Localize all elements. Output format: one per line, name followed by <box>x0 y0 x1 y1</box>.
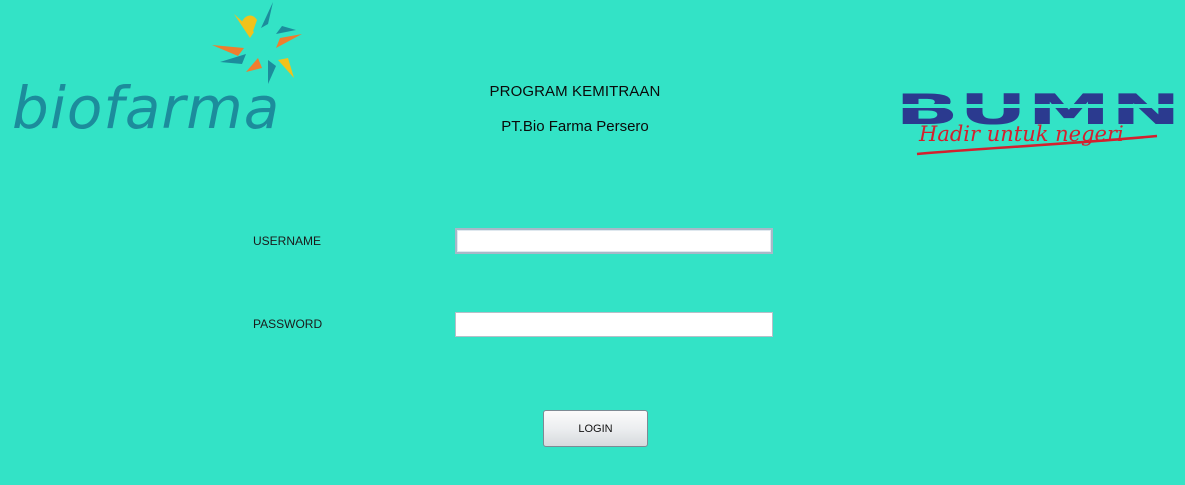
biofarma-star-icon <box>212 2 302 84</box>
biofarma-logo-icon: biofarma <box>12 2 302 142</box>
password-label: PASSWORD <box>253 317 323 331</box>
page-subtitle: PT.Bio Farma Persero <box>501 118 649 135</box>
biofarma-wordmark: biofarma <box>12 74 280 142</box>
password-input[interactable] <box>455 312 773 337</box>
bumn-logo-icon: BUMN Hadir untuk negeri <box>895 88 1183 156</box>
page-title: PROGRAM KEMITRAAN <box>489 83 661 100</box>
login-button[interactable]: LOGIN <box>543 410 648 447</box>
username-input[interactable] <box>455 228 773 254</box>
username-label: USERNAME <box>253 234 322 248</box>
